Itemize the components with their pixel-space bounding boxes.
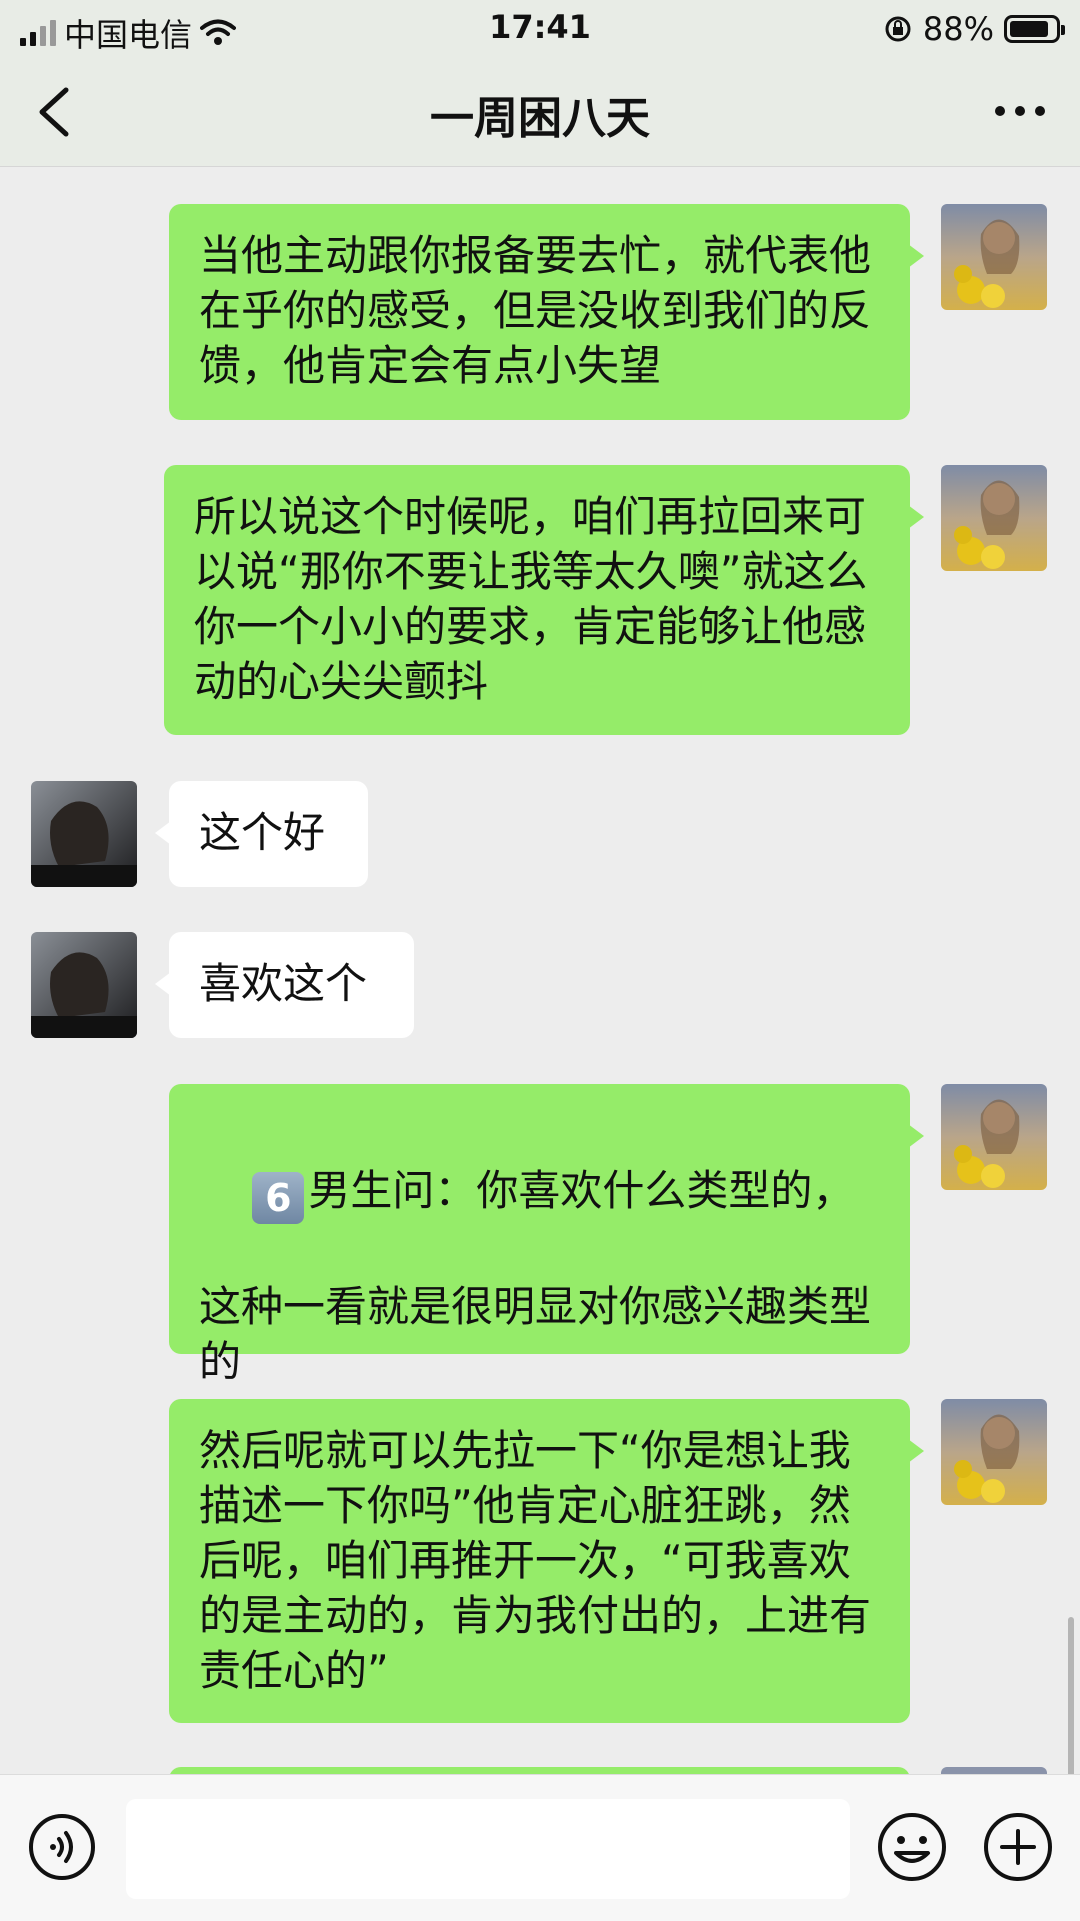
message-bubble-received[interactable]: 这个好 [155, 781, 368, 887]
emoji-icon[interactable] [876, 1811, 948, 1883]
my-avatar-partial[interactable] [941, 1767, 1047, 1774]
message-input[interactable] [126, 1799, 850, 1899]
plus-icon[interactable] [982, 1811, 1054, 1883]
battery-icon [1004, 15, 1065, 43]
voice-icon[interactable] [28, 1813, 96, 1881]
chat-header: 一周困八天 [0, 56, 1080, 167]
scrollbar[interactable] [1068, 1617, 1074, 1774]
message-bubble-received[interactable]: 喜欢这个 [155, 932, 414, 1038]
contact-avatar[interactable] [31, 932, 137, 1038]
chat-title: 一周困八天 [430, 93, 650, 144]
message-bubble-sent[interactable]: 当他主动跟你报备要去忙，就代表他在乎你的感受，但是没收到我们的反馈，他肯定会有点… [169, 204, 924, 420]
status-bar: 中国电信 17:41 88% [0, 0, 1080, 56]
status-right: 88% [883, 10, 1065, 48]
my-avatar[interactable] [941, 1399, 1047, 1505]
message-bubble-sent[interactable]: 所以说这个时候呢，咱们再拉回来可以说“那你不要让我等太久噢”就这么你一个小小的要… [164, 465, 924, 735]
more-icon[interactable] [990, 86, 1050, 136]
keycap-six-icon: 6 [252, 1172, 305, 1224]
my-avatar[interactable] [941, 465, 1047, 571]
message-bubble-sent[interactable]: 6 男生问：你喜欢什么类型的， 这种一看就是很明显对你感兴趣类型的 [169, 1084, 924, 1386]
battery-percent: 88% [922, 10, 994, 48]
input-bar [0, 1774, 1080, 1921]
my-avatar[interactable] [941, 1084, 1047, 1190]
message-bubble-sent[interactable]: 然后呢就可以先拉一下“你是想让我描述一下你吗”他肯定心脏狂跳，然后呢，咱们再推开… [169, 1399, 924, 1723]
message-bubble-sent-partial[interactable] [169, 1767, 910, 1774]
message-list[interactable]: 当他主动跟你报备要去忙，就代表他在乎你的感受，但是没收到我们的反馈，他肯定会有点… [0, 167, 1080, 1774]
orientation-lock-icon [885, 16, 911, 42]
contact-avatar[interactable] [31, 781, 137, 887]
my-avatar[interactable] [941, 204, 1047, 310]
